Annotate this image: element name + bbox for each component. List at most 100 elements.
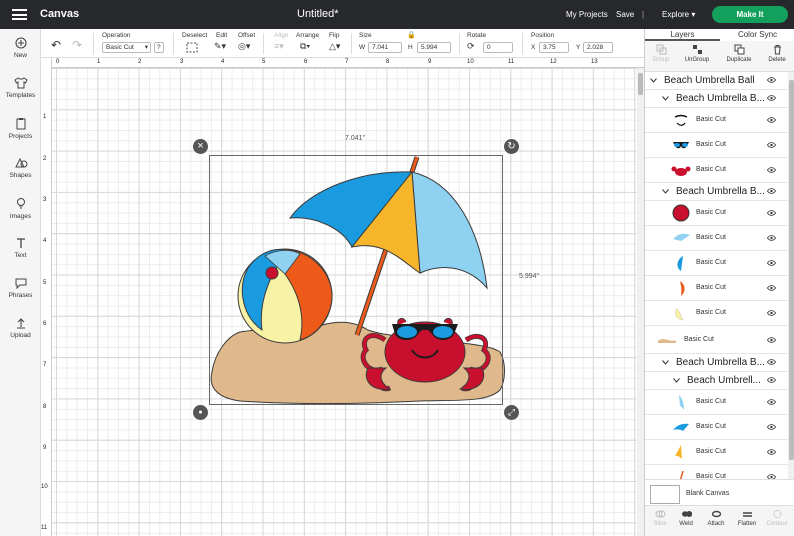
- lock-handle-icon[interactable]: ●: [193, 405, 208, 420]
- visibility-eye-icon[interactable]: [767, 117, 776, 123]
- layer-name: Basic Cut: [696, 141, 726, 148]
- visibility-eye-icon[interactable]: [767, 188, 776, 194]
- blank-canvas-swatch[interactable]: [650, 485, 680, 504]
- offset-icon[interactable]: ◎▾: [238, 41, 250, 52]
- blank-canvas-row[interactable]: Blank Canvas: [645, 479, 794, 505]
- design-canvas[interactable]: 7.041" 5.994" × ↻ ● ⤢: [52, 68, 637, 536]
- sidebar-item-projects[interactable]: Projects: [0, 117, 41, 140]
- visibility-eye-icon[interactable]: [767, 337, 776, 343]
- layer-row[interactable]: Basic Cut: [645, 301, 788, 326]
- pencil-icon[interactable]: ✎▾: [214, 41, 226, 52]
- layers-scrollbar[interactable]: [788, 72, 794, 480]
- contour-button[interactable]: Contour: [762, 509, 792, 527]
- tab-color-sync[interactable]: Color Sync: [720, 29, 794, 41]
- arrange-icon[interactable]: ⧉▾: [300, 41, 310, 52]
- layer-row[interactable]: Basic Cut: [645, 133, 788, 158]
- layer-group-row[interactable]: Beach Umbrella Ball: [645, 72, 788, 90]
- visibility-eye-icon[interactable]: [767, 142, 776, 148]
- layer-group-name: Beach Umbrella Ball: [664, 75, 755, 86]
- y-input[interactable]: 2.028: [583, 42, 613, 53]
- operation-select[interactable]: Basic Cut ▾: [102, 42, 151, 53]
- help-button[interactable]: ?: [154, 42, 164, 53]
- layer-row[interactable]: Basic Cut: [645, 251, 788, 276]
- scrollbar-thumb[interactable]: [638, 73, 643, 95]
- duplicate-button[interactable]: Duplicate: [724, 44, 754, 63]
- attach-button[interactable]: Attach: [701, 509, 731, 527]
- layer-group-row[interactable]: Beach Umbrella B...: [645, 183, 788, 201]
- my-projects-link[interactable]: My Projects: [566, 10, 608, 19]
- save-link[interactable]: Save: [616, 10, 634, 19]
- visibility-eye-icon[interactable]: [767, 377, 776, 383]
- deselect-icon[interactable]: [186, 42, 198, 53]
- flatten-button[interactable]: Flatten: [732, 509, 762, 527]
- sidebar-item-templates[interactable]: Templates: [0, 77, 41, 99]
- layer-group-name: Beach Umbrella B...: [676, 357, 765, 368]
- layer-row[interactable]: Basic Cut: [645, 390, 788, 415]
- chevron-down-icon[interactable]: [662, 96, 669, 101]
- layer-row[interactable]: Basic Cut: [645, 108, 788, 133]
- resize-handle-icon[interactable]: ⤢: [504, 405, 519, 420]
- x-input[interactable]: 3.75: [539, 42, 569, 53]
- menu-icon[interactable]: [12, 9, 27, 20]
- height-input[interactable]: 5.994: [417, 42, 451, 53]
- explore-menu[interactable]: Explore ▾: [662, 10, 695, 19]
- rotate-icon[interactable]: ⟳: [467, 41, 475, 52]
- visibility-eye-icon[interactable]: [767, 210, 776, 216]
- sidebar-item-upload[interactable]: Upload: [0, 317, 41, 339]
- layer-row[interactable]: Basic Cut: [645, 440, 788, 465]
- layer-row[interactable]: Basic Cut: [645, 226, 788, 251]
- visibility-eye-icon[interactable]: [767, 235, 776, 241]
- chevron-down-icon[interactable]: [662, 189, 669, 194]
- visibility-eye-icon[interactable]: [767, 359, 776, 365]
- layer-group-row[interactable]: Beach Umbrell...: [645, 372, 788, 390]
- sidebar-item-images[interactable]: Images: [0, 197, 41, 220]
- visibility-eye-icon[interactable]: [767, 399, 776, 405]
- sidebar-item-shapes[interactable]: Shapes: [0, 157, 41, 179]
- visibility-eye-icon[interactable]: [767, 95, 776, 101]
- visibility-eye-icon[interactable]: [767, 167, 776, 173]
- document-title[interactable]: Untitled*: [297, 8, 339, 20]
- selection-box[interactable]: [209, 155, 503, 405]
- rotate-handle-icon[interactable]: ↻: [504, 139, 519, 154]
- flip-icon[interactable]: △▾: [329, 41, 340, 52]
- visibility-eye-icon[interactable]: [767, 424, 776, 430]
- rotate-input[interactable]: 0: [483, 42, 513, 53]
- visibility-eye-icon[interactable]: [767, 285, 776, 291]
- redo-icon[interactable]: ↷: [72, 38, 82, 52]
- make-it-button[interactable]: Make It: [712, 6, 788, 23]
- chevron-down-icon[interactable]: [673, 378, 680, 383]
- layer-group-row[interactable]: Beach Umbrella B...: [645, 90, 788, 108]
- chevron-down-icon[interactable]: [662, 360, 669, 365]
- layer-group-row[interactable]: Beach Umbrella B...: [645, 354, 788, 372]
- align-icon[interactable]: ≡▾: [274, 41, 284, 52]
- layer-row[interactable]: Basic Cut: [645, 276, 788, 301]
- weld-button[interactable]: Weld: [671, 509, 701, 527]
- sidebar-item-new[interactable]: New: [0, 37, 41, 59]
- layer-row[interactable]: Basic Cut: [645, 158, 788, 183]
- chevron-down-icon[interactable]: [650, 78, 657, 83]
- canvas-vertical-scrollbar[interactable]: [637, 68, 644, 536]
- visibility-eye-icon[interactable]: [767, 260, 776, 266]
- visibility-eye-icon[interactable]: [767, 310, 776, 316]
- ruler-tick-label: 11: [508, 59, 515, 65]
- sidebar-item-phrases[interactable]: Phrases: [0, 277, 41, 299]
- layer-row[interactable]: Basic Cut: [645, 201, 788, 226]
- layer-row[interactable]: Basic Cut: [645, 326, 788, 354]
- visibility-eye-icon[interactable]: [767, 449, 776, 455]
- layer-row[interactable]: Basic Cut: [645, 465, 788, 479]
- ungroup-button[interactable]: UnGroup: [682, 44, 712, 63]
- visibility-eye-icon[interactable]: [767, 77, 776, 83]
- undo-icon[interactable]: ↶: [51, 38, 61, 52]
- blue-umbrella-panel: [673, 423, 689, 431]
- layer-row[interactable]: Basic Cut: [645, 415, 788, 440]
- ruler-tick-label: 1: [97, 59, 101, 65]
- deselect-label: Deselect: [182, 32, 208, 39]
- scrollbar-thumb[interactable]: [789, 80, 794, 460]
- lock-icon[interactable]: 🔒: [407, 31, 416, 39]
- close-icon[interactable]: ×: [193, 139, 208, 154]
- width-input[interactable]: 7.041: [368, 42, 402, 53]
- tab-layers[interactable]: Layers: [645, 29, 720, 41]
- group-button[interactable]: Group: [646, 44, 676, 63]
- sidebar-item-text[interactable]: Text: [0, 237, 41, 259]
- delete-button[interactable]: Delete: [762, 44, 792, 63]
